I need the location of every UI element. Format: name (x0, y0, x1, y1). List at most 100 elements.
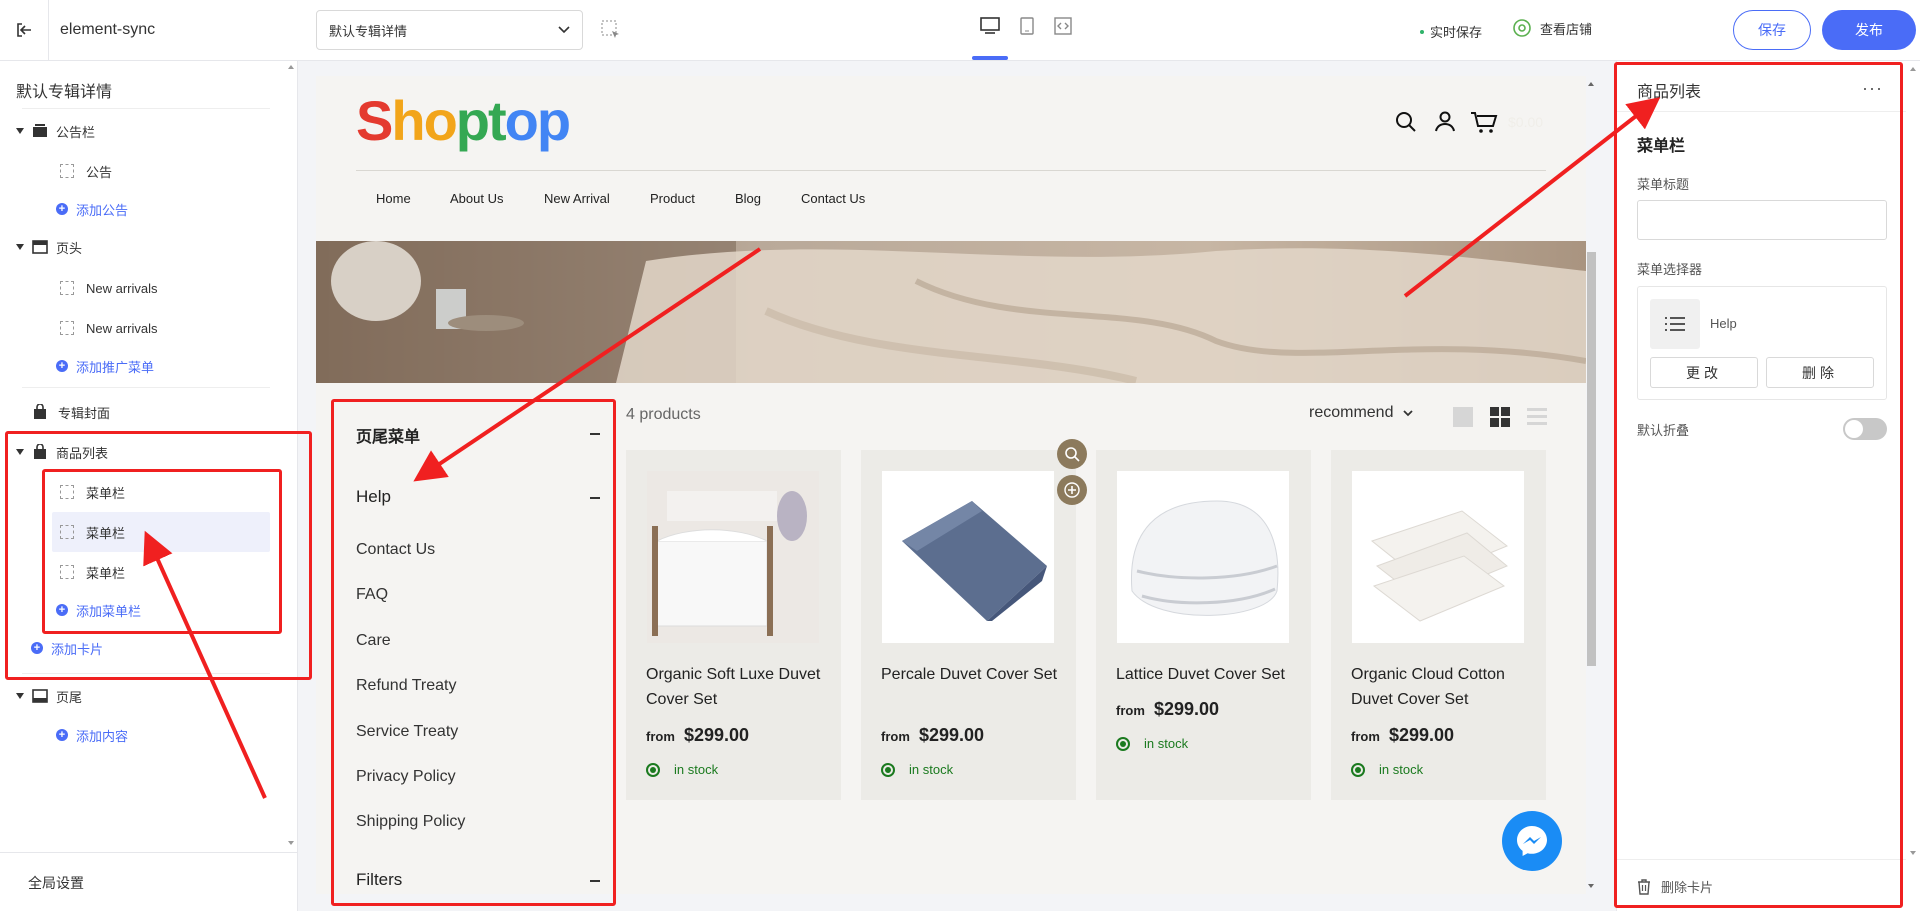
block-icon (60, 164, 74, 178)
hero-banner (316, 241, 1586, 383)
price-prefix: from (1351, 729, 1380, 744)
nav-product[interactable]: Product (650, 191, 695, 206)
product-image[interactable] (647, 471, 819, 643)
view-store-link[interactable]: 查看店铺 (1512, 18, 1592, 38)
tree-item-footer[interactable]: 页尾 (16, 681, 82, 711)
tree-item-label: New arrivals (86, 320, 158, 336)
stock-label: in stock (1379, 762, 1424, 777)
cart-amount: $0.00 (1508, 114, 1544, 130)
tree-item-new-arrivals[interactable]: New arrivals (60, 313, 158, 343)
price-prefix: from (1116, 703, 1145, 718)
publish-button[interactable]: 发布 (1822, 10, 1916, 50)
add-announcement-button[interactable]: + 添加公告 (56, 194, 128, 224)
add-to-cart-button[interactable] (1057, 475, 1087, 505)
stock-label: in stock (909, 762, 954, 777)
block-icon (60, 281, 74, 295)
product-price: $299.00 (1389, 725, 1455, 745)
status-dot (1420, 29, 1424, 34)
code-view-icon[interactable] (1050, 13, 1076, 39)
panel-scrollbar[interactable] (1906, 61, 1920, 911)
add-promo-menu-button[interactable]: + 添加推广菜单 (56, 351, 154, 381)
product-image[interactable] (1352, 471, 1524, 643)
tree-item-announcement-bar[interactable]: 公告栏 (16, 116, 95, 146)
footer-icon (32, 689, 48, 703)
divider (22, 108, 270, 109)
search-icon (1065, 447, 1080, 462)
tree-item-album-cover[interactable]: 专辑封面 (32, 397, 110, 427)
global-settings-button[interactable]: 全局设置 (28, 873, 84, 893)
product-card[interactable]: Lattice Duvet Cover Set from $299.00 in … (1096, 450, 1311, 800)
tree-item-new-arrivals[interactable]: New arrivals (60, 273, 158, 303)
divider (0, 852, 298, 853)
tree-item-announcement[interactable]: 公告 (60, 156, 112, 186)
sidebar-title: 默认专辑详情 (16, 84, 113, 101)
select-tool-icon[interactable] (600, 19, 624, 43)
nav-contact-us[interactable]: Contact Us (801, 191, 865, 206)
caret-down-icon (16, 244, 24, 250)
product-name[interactable]: Organic Cloud Cotton Duvet Cover Set (1351, 662, 1541, 712)
product-card[interactable]: Organic Cloud Cotton Duvet Cover Set fro… (1331, 450, 1546, 800)
store-logo[interactable]: Shoptop (356, 88, 571, 153)
logo-letter: S (356, 89, 393, 152)
product-name[interactable]: Percale Duvet Cover Set (881, 662, 1071, 687)
canvas-scrollbar[interactable] (1585, 76, 1598, 894)
chevron-down-icon (558, 26, 570, 34)
tree-item-label: 添加公告 (76, 202, 129, 218)
product-image[interactable] (882, 471, 1054, 643)
grid-large-icon[interactable] (1453, 407, 1473, 427)
section-icon (33, 124, 47, 137)
divider (48, 0, 49, 61)
grid-small-icon[interactable] (1490, 407, 1510, 427)
account-icon[interactable] (1434, 110, 1456, 132)
nav-about-us[interactable]: About Us (450, 191, 503, 206)
plus-icon: + (56, 360, 68, 372)
caret-down-icon (16, 128, 24, 134)
nav-blog[interactable]: Blog (735, 191, 761, 206)
search-icon[interactable] (1394, 110, 1418, 134)
sort-value: recommend (1309, 404, 1394, 421)
product-card[interactable]: Percale Duvet Cover Set from $299.00 in … (861, 450, 1076, 800)
page-select-value: 默认专辑详情 (329, 23, 408, 39)
chevron-down-icon (1403, 409, 1414, 416)
stock-icon (1351, 762, 1365, 777)
save-button[interactable]: 保存 (1733, 10, 1811, 50)
tree-item-label: 页尾 (56, 689, 83, 705)
messenger-chat-button[interactable] (1502, 811, 1562, 871)
stock-icon (646, 762, 660, 777)
nav-home[interactable]: Home (376, 191, 411, 206)
annotation-box-settings-panel (1614, 62, 1903, 908)
tree-item-label: 公告栏 (56, 124, 96, 140)
desktop-view-icon[interactable] (977, 13, 1003, 39)
quick-view-button[interactable] (1057, 439, 1087, 469)
product-name[interactable]: Lattice Duvet Cover Set (1116, 662, 1306, 687)
nav-new-arrival[interactable]: New Arrival (544, 191, 610, 206)
price-prefix: from (646, 729, 675, 744)
cart-icon[interactable] (1470, 110, 1498, 134)
tablet-view-icon[interactable] (1014, 13, 1040, 39)
add-content-button[interactable]: + 添加内容 (56, 720, 128, 750)
header-divider (356, 170, 1546, 171)
exit-icon[interactable] (10, 16, 38, 44)
product-card[interactable]: Organic Soft Luxe Duvet Cover Set from $… (626, 450, 841, 800)
logo-letter: p (536, 89, 571, 152)
active-device-indicator (972, 56, 1008, 60)
stock-status: in stock (1116, 736, 1188, 751)
product-count: 4 products (626, 406, 701, 423)
divider (22, 387, 270, 388)
product-image[interactable] (1117, 471, 1289, 643)
stock-status: in stock (1351, 762, 1423, 777)
product-name[interactable]: Organic Soft Luxe Duvet Cover Set (646, 662, 836, 712)
autosave-status: 实时保存 (1420, 22, 1482, 41)
messenger-icon (1517, 826, 1547, 856)
tree-item-header[interactable]: 页头 (16, 232, 82, 262)
price-prefix: from (881, 729, 910, 744)
stock-icon (1116, 736, 1130, 751)
logo-letter: p (455, 89, 490, 152)
sort-select[interactable]: recommend (1309, 404, 1414, 422)
product-price: $299.00 (919, 725, 985, 745)
tree-item-label: 添加内容 (76, 728, 129, 744)
page-select[interactable]: 默认专辑详情 (316, 10, 583, 50)
tree-item-label: New arrivals (86, 280, 158, 296)
logo-letter: t (488, 89, 507, 152)
list-view-icon[interactable] (1527, 407, 1547, 427)
